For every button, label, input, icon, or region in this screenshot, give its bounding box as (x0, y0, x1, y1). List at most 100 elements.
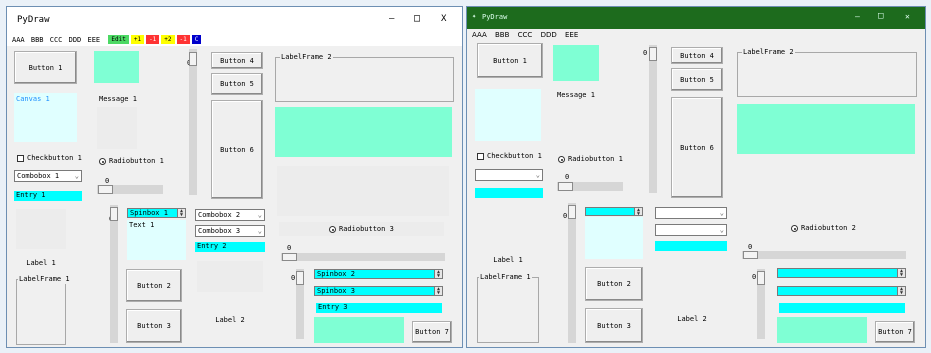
vertical-scale-3[interactable] (296, 269, 304, 339)
maximize-icon[interactable]: □ (414, 13, 420, 24)
vertical-scale-2-thumb[interactable] (110, 207, 118, 221)
close-icon[interactable]: X (441, 14, 446, 24)
scale-1[interactable] (97, 185, 163, 194)
toolbar-button-1[interactable]: +1 (130, 35, 145, 44)
vertical-scale-1-thumb[interactable] (189, 52, 197, 66)
checkbutton-1-label[interactable]: Checkbutton 1 (487, 152, 542, 160)
spinbox-3[interactable]: ▲ ▼ (777, 286, 906, 296)
right-title-bar[interactable]: ✦ PyDraw — □ ✕ (467, 7, 925, 29)
vertical-scale-1[interactable] (649, 45, 657, 193)
radiobutton-3-label[interactable]: Radiobutton 3 (339, 225, 394, 233)
combobox-3[interactable]: Combobox 3 ⌄ (195, 225, 265, 237)
radiobutton-2-label[interactable]: Radiobutton 2 (801, 224, 856, 232)
button-1[interactable]: Button 1 (477, 43, 543, 78)
scale-1[interactable] (557, 182, 623, 191)
spin-arrows-icon[interactable]: ▲ ▼ (897, 287, 905, 295)
left-title-bar[interactable]: PyDraw — □ X (7, 7, 462, 35)
chevron-down-icon[interactable]: ⌄ (720, 225, 724, 235)
text-1[interactable] (585, 217, 643, 259)
scale-3-thumb[interactable] (282, 253, 297, 261)
menu-item-eee[interactable]: EEE (565, 31, 578, 39)
button-2[interactable]: Button 2 (126, 269, 182, 302)
spinbox-2[interactable]: Spinbox 2 ▲ ▼ (314, 269, 443, 279)
close-icon[interactable]: ✕ (905, 12, 910, 21)
combobox-2[interactable]: Combobox 2 ⌄ (195, 209, 265, 221)
spin-arrows-icon[interactable]: ▲ ▼ (434, 287, 442, 295)
spinbox-2[interactable]: ▲ ▼ (777, 268, 906, 278)
chevron-down-icon[interactable]: ⌄ (75, 171, 79, 181)
scale-3-thumb[interactable] (743, 251, 758, 259)
scale-3[interactable] (742, 251, 906, 259)
spinbox-3[interactable]: Spinbox 3 ▲ ▼ (314, 286, 443, 296)
entry-2[interactable]: Entry 2 (195, 242, 265, 252)
scale-1-thumb[interactable] (98, 185, 113, 194)
button-3[interactable]: Button 3 (585, 308, 643, 343)
checkbutton-1-label[interactable]: Checkbutton 1 (27, 154, 82, 162)
canvas-1[interactable]: Canvas 1 (14, 93, 77, 142)
radiobutton-1-label[interactable]: Radiobutton 1 (109, 157, 164, 165)
spinbox-1[interactable]: ▲ ▼ (585, 207, 643, 216)
vertical-scale-3-thumb[interactable] (296, 271, 304, 285)
scale-3[interactable] (281, 253, 445, 261)
menu-item-aaa[interactable]: AAA (472, 31, 487, 39)
spinbox-1[interactable]: Spinbox 1 ▲ ▼ (127, 208, 186, 218)
combobox-3[interactable]: ⌄ (655, 224, 727, 236)
vertical-scale-1[interactable] (189, 49, 197, 195)
entry-2[interactable] (655, 241, 727, 251)
chevron-down-icon[interactable]: ⌄ (536, 170, 540, 180)
chevron-down-icon[interactable]: ⌄ (258, 210, 262, 220)
toolbar-button-2[interactable]: -1 (146, 35, 160, 44)
vertical-scale-2[interactable] (568, 203, 576, 343)
button-7[interactable]: Button 7 (875, 321, 915, 343)
combobox-1[interactable]: ⌄ (475, 169, 543, 181)
menu-item-aaa[interactable]: AAA (12, 36, 25, 44)
maximize-icon[interactable]: □ (878, 11, 883, 21)
menu-item-ddd[interactable]: DDD (541, 31, 557, 39)
checkbutton-1-box[interactable] (17, 155, 24, 162)
vertical-scale-1-thumb[interactable] (649, 47, 657, 61)
vertical-scale-2[interactable] (110, 205, 118, 343)
minimize-icon[interactable]: — (389, 14, 394, 24)
entry-3[interactable] (779, 303, 905, 313)
toolbar-button-5[interactable]: C (191, 35, 202, 44)
radiobutton-2-dot[interactable] (791, 225, 798, 232)
radiobutton-3-dot[interactable] (329, 226, 336, 233)
radiobutton-1-label[interactable]: Radiobutton 1 (568, 155, 623, 163)
menu-item-ccc[interactable]: CCC (50, 36, 63, 44)
spin-arrows-icon[interactable]: ▲ ▼ (897, 269, 905, 277)
vertical-scale-3-thumb[interactable] (757, 271, 765, 285)
entry-1[interactable] (475, 188, 543, 198)
button-4[interactable]: Button 4 (671, 47, 723, 64)
entry-3[interactable]: Entry 3 (316, 303, 442, 313)
combobox-1[interactable]: Combobox 1 ⌄ (14, 170, 82, 182)
menu-item-bbb[interactable]: BBB (31, 36, 44, 44)
minimize-icon[interactable]: — (855, 12, 860, 21)
button-2[interactable]: Button 2 (585, 267, 643, 301)
entry-1[interactable]: Entry 1 (14, 191, 82, 201)
spin-arrows-icon[interactable]: ▲ ▼ (177, 209, 185, 217)
chevron-down-icon[interactable]: ⌄ (258, 226, 262, 236)
spin-arrows-icon[interactable]: ▲ ▼ (434, 270, 442, 278)
vertical-scale-2-thumb[interactable] (568, 205, 576, 219)
radiobutton-1-dot[interactable] (99, 158, 106, 165)
canvas-1[interactable] (475, 89, 541, 141)
button-6[interactable]: Button 6 (671, 97, 723, 198)
toolbar-button-3[interactable]: +2 (161, 35, 175, 44)
button-3[interactable]: Button 3 (126, 309, 182, 343)
button-6[interactable]: Button 6 (211, 100, 263, 199)
menu-item-ddd[interactable]: DDD (69, 36, 82, 44)
menu-item-ccc[interactable]: CCC (518, 31, 533, 39)
button-1[interactable]: Button 1 (14, 51, 77, 84)
toolbar-button-4[interactable]: -1 (176, 35, 190, 44)
menu-item-bbb[interactable]: BBB (495, 31, 509, 39)
vertical-scale-3[interactable] (757, 269, 765, 339)
chevron-down-icon[interactable]: ⌄ (720, 208, 724, 218)
text-1[interactable]: Text 1 (127, 220, 186, 260)
menu-item-eee[interactable]: EEE (88, 36, 101, 44)
button-4[interactable]: Button 4 (211, 52, 263, 69)
scale-1-thumb[interactable] (558, 182, 573, 191)
button-5[interactable]: Button 5 (671, 68, 723, 91)
button-5[interactable]: Button 5 (211, 73, 263, 95)
spin-arrows-icon[interactable]: ▲ ▼ (634, 208, 642, 215)
toolbar-button-0[interactable]: Edit (108, 35, 129, 44)
